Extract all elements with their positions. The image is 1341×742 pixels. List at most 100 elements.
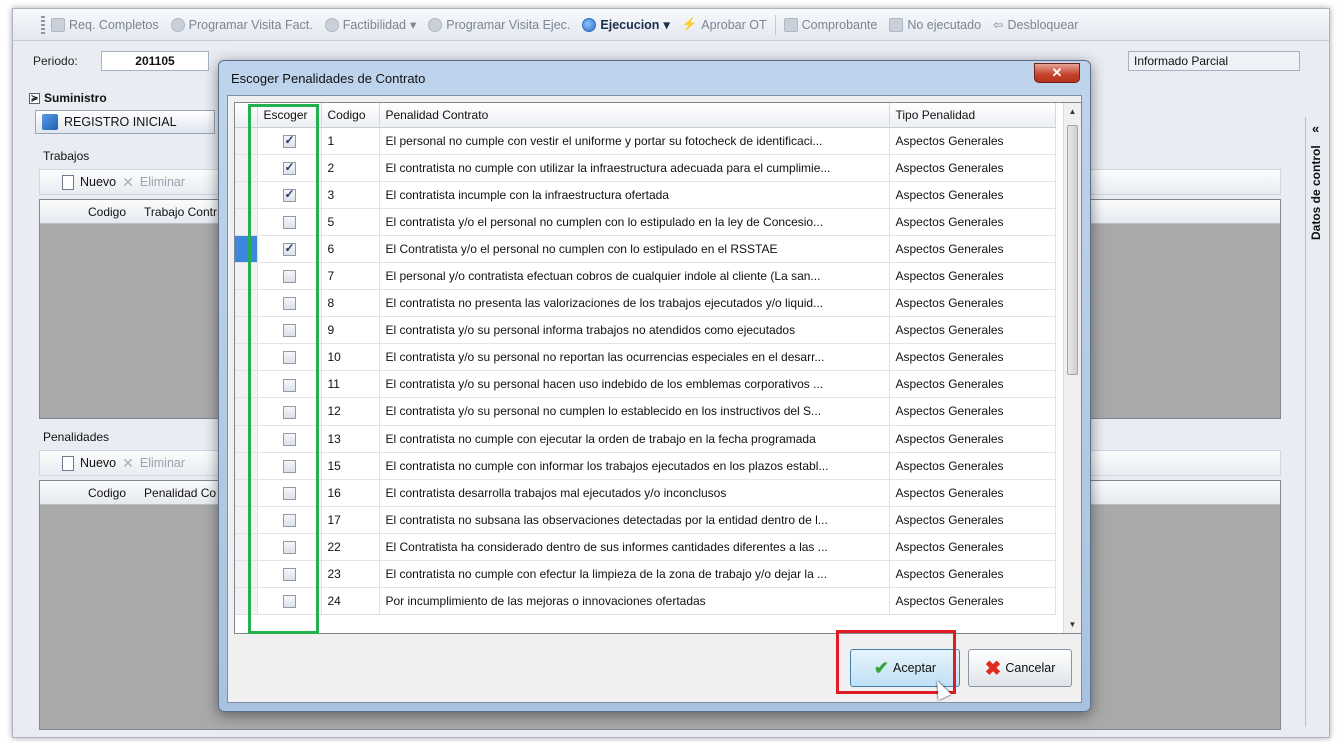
table-row[interactable]: 22 El Contratista ha considerado dentro d…: [235, 533, 1056, 562]
escoger-checkbox[interactable]: [282, 432, 296, 446]
escoger-checkbox[interactable]: [282, 459, 296, 473]
table-row[interactable]: 7 El personal y/o contratista efectuan co…: [235, 262, 1056, 291]
table-row[interactable]: 5 El contratista y/o el personal no cumpl…: [235, 208, 1056, 236]
escoger-checkbox[interactable]: [282, 215, 296, 229]
escoger-checkbox[interactable]: [282, 405, 296, 419]
table-row[interactable]: 9 El contratista y/o su personal informa …: [235, 316, 1056, 345]
table-row[interactable]: 3El contratista incumple con la infraest…: [235, 181, 1056, 209]
req-completos-button[interactable]: Req. Completos: [45, 17, 165, 32]
escoger-checkbox[interactable]: [282, 595, 296, 609]
periodo-field[interactable]: 201105: [101, 51, 209, 71]
table-row[interactable]: 23 El contratista no cumple con efectur l…: [235, 560, 1056, 589]
datos-de-control-panel[interactable]: « Datos de control: [1305, 117, 1329, 727]
row-header[interactable]: [235, 587, 258, 616]
escoger-cell[interactable]: [257, 208, 322, 236]
escoger-checkbox[interactable]: [282, 241, 296, 257]
col-codigo[interactable]: Codigo: [88, 205, 126, 219]
escoger-checkbox[interactable]: [282, 541, 296, 555]
table-row[interactable]: 13 El contratista no cumple con ejecutar …: [235, 425, 1056, 453]
trabajos-eliminar-button[interactable]: Eliminar: [140, 175, 185, 189]
row-header[interactable]: [235, 316, 258, 345]
escoger-cell[interactable]: [257, 289, 322, 318]
escoger-cell[interactable]: [257, 397, 322, 426]
row-header[interactable]: [235, 262, 258, 291]
row-header[interactable]: [235, 397, 258, 426]
col-tipo-penalidad[interactable]: Tipo Penalidad: [889, 103, 1056, 128]
estado-field[interactable]: Informado Parcial: [1128, 51, 1300, 71]
row-header[interactable]: [235, 181, 258, 209]
escoger-checkbox[interactable]: [282, 378, 296, 392]
col-penalidad-contrato[interactable]: Penalidad Contrato: [379, 103, 890, 128]
table-row[interactable]: 12 El contratista y/o su personal no cump…: [235, 397, 1056, 426]
table-row[interactable]: 11 El contratista y/o su personal hacen u…: [235, 370, 1056, 399]
col-escoger[interactable]: Escoger: [257, 103, 322, 128]
row-header[interactable]: [235, 560, 258, 589]
row-header[interactable]: [235, 343, 258, 372]
row-header[interactable]: [235, 479, 258, 507]
col-codigo[interactable]: Codigo: [88, 486, 126, 500]
escoger-cell[interactable]: [257, 316, 322, 345]
escoger-checkbox[interactable]: [282, 297, 296, 311]
collapse-chevron-icon[interactable]: «: [1312, 121, 1319, 136]
table-row[interactable]: 8 El contratista no presenta las valoriza…: [235, 289, 1056, 318]
penalidades-selection-grid[interactable]: Escoger Codigo Penalidad Contrato Tipo P…: [234, 102, 1082, 634]
row-header[interactable]: [235, 235, 258, 263]
escoger-cell[interactable]: [257, 533, 322, 562]
table-row[interactable]: 24 Por incumplimiento de las mejoras o in…: [235, 587, 1056, 616]
scroll-up-icon[interactable]: ▲: [1064, 103, 1081, 120]
escoger-cell[interactable]: [257, 370, 322, 399]
table-row[interactable]: 17 El contratista no subsana las observac…: [235, 506, 1056, 534]
escoger-cell[interactable]: [257, 262, 322, 291]
ejecucion-button[interactable]: Ejecucion ▾: [576, 17, 675, 32]
row-header[interactable]: [235, 154, 258, 182]
trabajos-nuevo-button[interactable]: Nuevo: [80, 175, 116, 189]
aprobar-ot-button[interactable]: ⚡ Aprobar OT: [676, 17, 773, 32]
vertical-scrollbar[interactable]: ▲ ▼: [1063, 103, 1081, 633]
programar-visita-fact-button[interactable]: Programar Visita Fact.: [165, 17, 319, 32]
scroll-down-icon[interactable]: ▼: [1064, 616, 1081, 633]
penalidades-nuevo-button[interactable]: Nuevo: [80, 456, 116, 470]
factibilidad-button[interactable]: Factibilidad ▾: [319, 17, 423, 32]
escoger-cell[interactable]: [257, 560, 322, 589]
escoger-checkbox[interactable]: [282, 160, 296, 175]
table-row[interactable]: 15 El contratista no cumple con informar …: [235, 452, 1056, 480]
programar-visita-ejec-button[interactable]: Programar Visita Ejec.: [422, 17, 576, 32]
col-penalidad[interactable]: Penalidad Co: [144, 486, 216, 500]
row-header[interactable]: [235, 452, 258, 480]
escoger-cell[interactable]: [257, 181, 322, 209]
escoger-checkbox[interactable]: [282, 187, 296, 202]
escoger-cell[interactable]: [257, 127, 322, 155]
table-row[interactable]: 6El Contratista y/o el personal no cumpl…: [235, 235, 1056, 263]
escoger-cell[interactable]: [257, 154, 322, 182]
no-ejecutado-button[interactable]: No ejecutado: [883, 17, 987, 32]
escoger-checkbox[interactable]: [282, 270, 296, 284]
col-trabajo[interactable]: Trabajo Contr: [144, 205, 217, 219]
row-header[interactable]: [235, 208, 258, 236]
row-header[interactable]: [235, 533, 258, 562]
desbloquear-button[interactable]: ⇦ Desbloquear: [987, 17, 1084, 33]
escoger-checkbox[interactable]: [282, 351, 296, 365]
row-header[interactable]: [235, 127, 258, 155]
penalidades-eliminar-button[interactable]: Eliminar: [140, 456, 185, 470]
scroll-thumb[interactable]: [1067, 125, 1078, 375]
escoger-cell[interactable]: [257, 343, 322, 372]
table-row[interactable]: 1El personal no cumple con vestir el uni…: [235, 127, 1056, 155]
escoger-cell[interactable]: [257, 425, 322, 453]
row-header[interactable]: [235, 289, 258, 318]
cancelar-button[interactable]: ✖ Cancelar: [968, 649, 1072, 687]
close-button[interactable]: ✕: [1034, 63, 1080, 83]
col-codigo[interactable]: Codigo: [321, 103, 380, 128]
comprobante-button[interactable]: Comprobante: [778, 17, 884, 32]
row-header[interactable]: [235, 506, 258, 534]
table-row[interactable]: 2El contratista no cumple con utilizar l…: [235, 154, 1056, 182]
escoger-checkbox[interactable]: [282, 133, 296, 148]
table-row[interactable]: 10 El contratista y/o su personal no repo…: [235, 343, 1056, 372]
collapse-toggle-icon[interactable]: ≽: [29, 92, 40, 104]
escoger-checkbox[interactable]: [282, 486, 296, 500]
escoger-checkbox[interactable]: [282, 324, 296, 338]
escoger-checkbox[interactable]: [282, 568, 296, 582]
escoger-cell[interactable]: [257, 506, 322, 534]
escoger-cell[interactable]: [257, 587, 322, 616]
escoger-cell[interactable]: [257, 235, 322, 263]
escoger-cell[interactable]: [257, 479, 322, 507]
